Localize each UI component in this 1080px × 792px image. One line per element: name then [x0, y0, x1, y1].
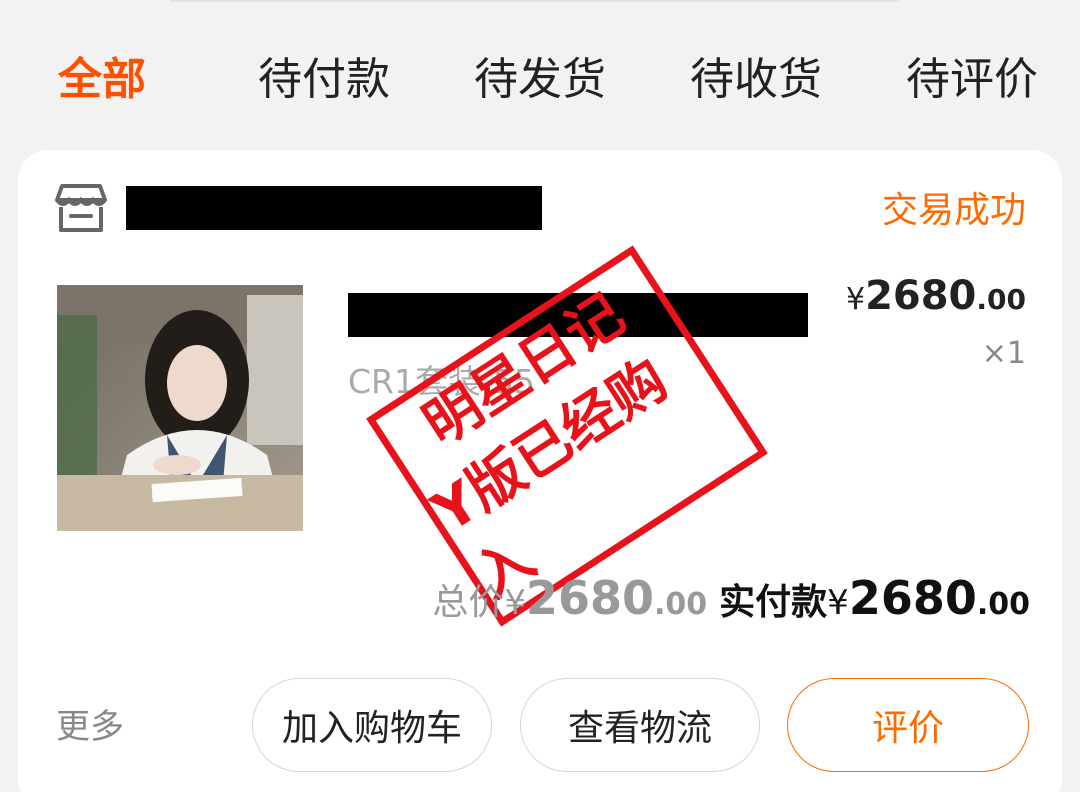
add-to-cart-button[interactable]: 加入购物车	[252, 678, 492, 772]
order-status: 交易成功	[881, 190, 1026, 231]
tab-pending-review[interactable]: 待评价	[906, 50, 1038, 110]
store-name-redacted[interactable]	[126, 186, 542, 230]
tab-pending-payment[interactable]: 待付款	[258, 50, 390, 110]
price-decimal: .00	[976, 283, 1026, 316]
price-integer: 2680	[865, 273, 977, 319]
total-integer: 2680	[525, 571, 654, 625]
total-currency: ¥	[504, 583, 526, 623]
product-spec: CR1套装-55	[348, 362, 535, 401]
paid-integer: 2680	[848, 571, 977, 625]
order-tabs: 全部 待付款 待发货 待收货 待评价	[0, 0, 1080, 130]
order-totals: 总价¥2680.00 实付款¥2680.00	[432, 568, 1030, 639]
store-icon	[55, 184, 107, 232]
product-title-redacted[interactable]	[348, 293, 808, 337]
total-decimal: .00	[654, 587, 708, 622]
tab-all[interactable]: 全部	[58, 50, 146, 110]
order-card[interactable]: 交易成功 CR1套装-55 ¥2680.00 ×1 明星日记 Y版已经购入 总价…	[18, 150, 1062, 792]
total-label: 总价	[432, 582, 505, 623]
paid-decimal: .00	[976, 587, 1030, 622]
view-logistics-button[interactable]: 查看物流	[520, 678, 760, 772]
tab-pending-receipt[interactable]: 待收货	[690, 50, 822, 110]
paid-currency: ¥	[827, 583, 849, 623]
price-currency: ¥	[845, 282, 866, 317]
product-image[interactable]	[57, 285, 303, 531]
product-price: ¥2680.00	[846, 270, 1026, 330]
paid-label: 实付款	[719, 582, 828, 623]
review-button[interactable]: 评价	[787, 678, 1029, 772]
product-quantity: ×1	[981, 336, 1026, 371]
tab-pending-shipment[interactable]: 待发货	[474, 50, 606, 110]
more-link[interactable]: 更多	[56, 705, 124, 749]
